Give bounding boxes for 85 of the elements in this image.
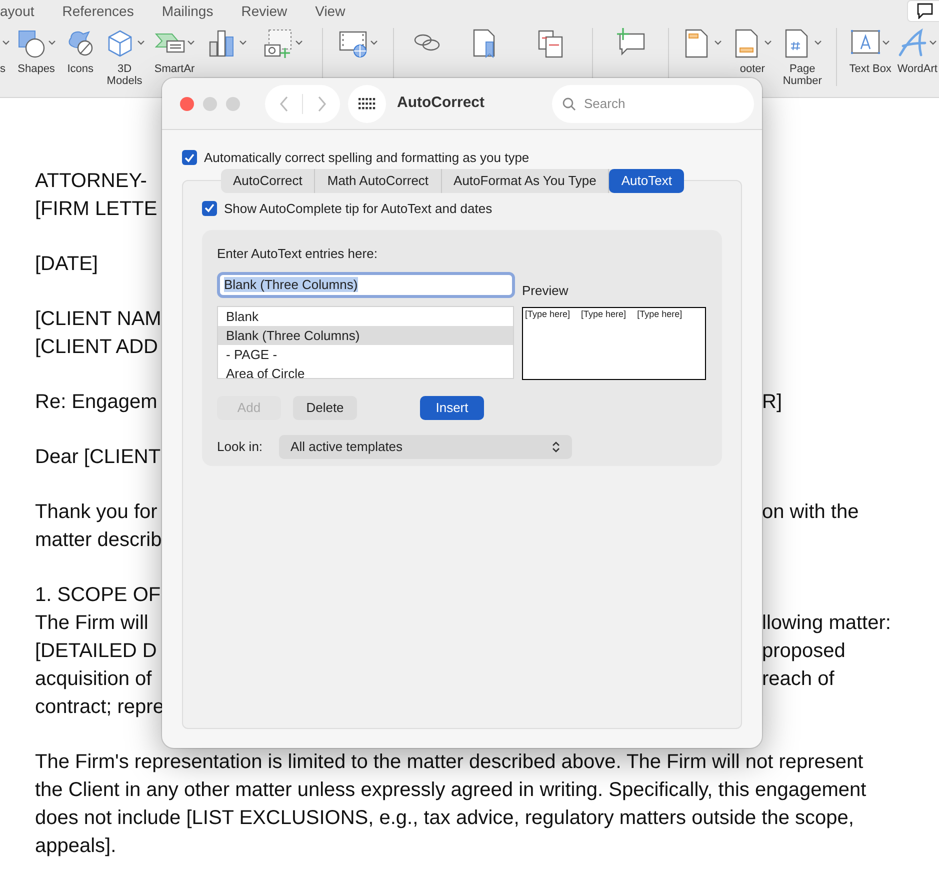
dialog-button[interactable]: Insert [420,396,484,420]
tab[interactable]: AutoText [609,168,684,192]
document-text: [CLIENT NAM [35,307,162,332]
list-item[interactable]: Area of Circle [218,364,513,378]
document-text: contract; repre [35,695,164,720]
checkbox[interactable] [202,200,217,216]
dropdown-caret-icon[interactable] [186,40,195,46]
list-item[interactable]: Blank (Three Columns) [218,326,513,344]
dropdown-caret-icon[interactable] [136,40,145,46]
ribbon-label: WordArt [897,63,938,75]
dropdown-caret-icon[interactable] [238,40,246,46]
preview-label: Preview [522,282,570,300]
dropdown-caret-icon[interactable] [882,40,890,46]
tab[interactable]: AutoCorrect [221,168,316,192]
menu-tab[interactable]: References [62,0,134,22]
entry-name-field[interactable]: Blank (Three Columns) [217,272,515,298]
checkbox[interactable] [182,150,197,166]
document-text: [DETAILED D [35,639,158,664]
dropdown-caret-icon[interactable] [370,40,378,46]
ribbon-label: s [0,63,6,75]
dropdown-caret-icon[interactable] [714,40,722,46]
document-text: Thank you for [35,500,158,525]
menu-tab[interactable]: ayout [0,0,34,22]
entries-label: Enter AutoText entries here: [217,245,378,263]
document-text: matter describ [35,528,162,553]
up-down-chevron-icon [552,441,560,453]
bar-chart-icon[interactable] [206,28,236,58]
search-field[interactable]: Search [552,84,754,122]
menu-tab[interactable]: Mailings [162,0,214,22]
document-text: does not include [LIST EXCLUSIONS, e.g., tax advice, regulatory matters outside the scope, [35,806,854,831]
screenshot-icon[interactable] [263,28,294,58]
menu-tab[interactable]: View [315,0,346,22]
preview-text: [Type here] [637,308,682,321]
document-text: llowing matter: [762,611,891,636]
ribbon-label: Text Box [849,63,892,75]
document-text: [DATE] [35,252,99,277]
ribbon-label: 3D Models [106,63,144,87]
dropdown-caret-icon[interactable] [814,40,822,46]
document-text: ATTORNEY- [35,169,148,194]
look-in-select[interactable]: All active templates [278,435,572,459]
chevron-right-icon [316,96,326,112]
new-comment-icon[interactable] [615,28,646,58]
list-item[interactable]: - PAGE - [218,344,513,364]
dropdown-caret-icon[interactable] [295,40,304,46]
document-text: The Firm will [35,611,150,636]
document-text: The Firm's representation is limited to the matter described above. The Firm will not represent [35,750,864,775]
document-text: [FIRM LETTE [35,197,158,222]
document-text: on with the [762,500,859,525]
dropdown-caret-icon[interactable] [764,40,772,46]
document-text: R] [762,390,782,415]
search-icon [562,96,576,110]
speech-bubble-icon [916,3,934,19]
ribbon-label: ooter [740,63,765,75]
chevron-left-icon [278,96,288,112]
dropdown-caret-icon[interactable] [2,40,10,46]
document-text: appeals]. [35,834,118,859]
checkbox-label: Show AutoComplete tip for AutoText and dates [224,200,492,218]
preview-text: [Type here] [581,308,626,321]
dialog-title: AutoCorrect [397,93,485,114]
document-text: Dear [CLIENT [35,445,162,470]
look-in-label: Look in: [217,438,263,456]
checkbox-label: Automatically correct spelling and formatting as you type [204,149,530,167]
ribbon-label: Shapes [18,63,55,75]
dropdown-caret-icon[interactable] [48,40,56,46]
dialog-button[interactable]: Delete [293,396,357,420]
menu-tab[interactable]: Review [241,0,288,22]
ribbon-label: Icons [67,63,94,75]
grid-icon [358,96,376,110]
ribbon-label: Page Number [782,63,823,87]
show-all-button[interactable] [348,84,386,122]
preview-text: [Type here] [525,308,570,321]
document-text: proposed [762,639,846,664]
document-text: reach of [762,667,834,692]
list-item[interactable]: Blank [218,306,513,326]
document-text: acquisition of [35,667,153,692]
ribbon-label: SmartAr [154,63,195,75]
document-text: Re: Engagem [35,390,158,415]
shapes-icon[interactable] [16,28,46,58]
dropdown-caret-icon[interactable] [929,40,938,46]
document-text: 1. SCOPE OF [35,583,162,608]
document-text: [CLIENT ADD [35,335,159,360]
tab[interactable]: Math AutoCorrect [315,168,442,192]
comments-button[interactable] [907,0,939,22]
document-text: the Client in any other matter unless expressly agreed in writing. Specifically, this engagement [35,778,866,803]
close-button[interactable] [180,96,194,110]
